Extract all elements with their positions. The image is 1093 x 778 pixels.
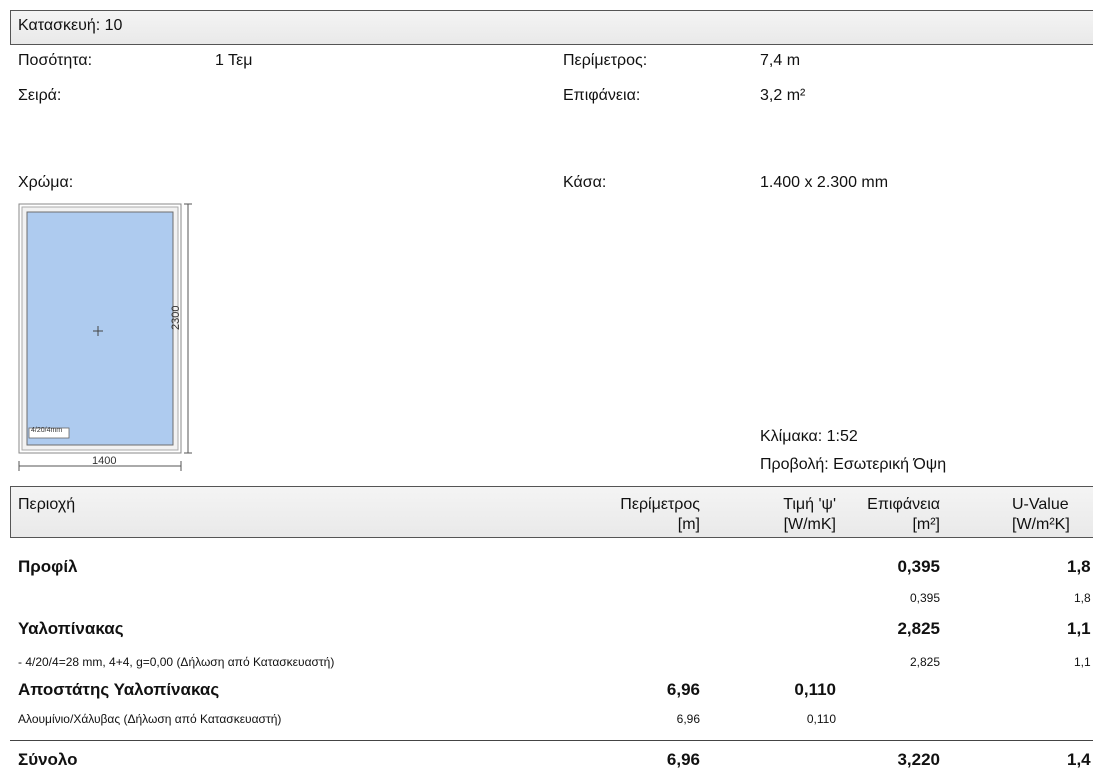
frame-value: 1.400 x 2.300 mm (760, 174, 889, 191)
construction-header (10, 10, 1093, 45)
row-profile-uvalue: 1,8 (1067, 557, 1091, 576)
row-profile-name: Προφίλ (18, 557, 78, 576)
construction-title: Κατασκευή: 10 (18, 17, 123, 34)
col-surface-header: Επιφάνεια (867, 496, 940, 513)
surface-value: 3,2 m² (760, 87, 806, 104)
glass-pane (26, 211, 174, 446)
col-perimeter-header: Περίμετρος (620, 496, 700, 513)
color-label: Χρώμα: (18, 174, 74, 191)
row-spacer-name: Αποστάτης Υαλοπίνακας (18, 680, 220, 699)
row-glass-detail-surface: 2,825 (909, 655, 940, 669)
col-perimeter-unit: [m] (677, 516, 700, 533)
row-glass-detail-uvalue: 1,1 (1074, 655, 1091, 669)
col-psi-header: Τιμή 'ψ' (783, 496, 836, 513)
width-dimension: 1400 (92, 455, 117, 467)
row-spacer-perimeter: 6,96 (666, 680, 700, 699)
perimeter-value: 7,4 m (760, 52, 801, 69)
row-glass-name: Υαλοπίνακας (18, 619, 124, 638)
row-spacer-detail-name: Αλουμίνιο/Χάλυβας (Δήλωση από Κατασκευασ… (18, 712, 282, 726)
surface-label: Επιφάνεια: (563, 87, 641, 104)
total-perimeter: 6,96 (666, 750, 700, 769)
row-glass-surface: 2,825 (897, 619, 940, 638)
row-profile-detail-surface: 0,395 (909, 591, 940, 605)
height-dimension: 2300 (170, 305, 182, 330)
row-profile-detail-uvalue: 1,8 (1074, 591, 1091, 605)
row-glass-uvalue: 1,1 (1067, 619, 1091, 638)
col-uvalue-header: U-Value (1012, 496, 1069, 513)
col-uvalue-unit: [W/m²K] (1012, 516, 1070, 533)
total-uvalue: 1,4 (1067, 750, 1091, 769)
col-psi-unit: [W/mK] (783, 516, 836, 533)
series-label: Σειρά: (18, 87, 62, 104)
glass-tag: 4/20/4mm (31, 427, 63, 434)
row-spacer-detail-perimeter: 6,96 (676, 712, 700, 726)
total-name: Σύνολο (18, 750, 78, 769)
col-surface-unit: [m²] (912, 516, 940, 533)
frame-label: Κάσα: (563, 174, 607, 191)
row-glass-detail-name: - 4/20/4=28 mm, 4+4, g=0,00 (Δήλωση από … (18, 655, 335, 669)
scale-text: Κλίμακα: 1:52 (760, 428, 858, 445)
total-surface: 3,220 (897, 750, 940, 769)
quantity-label: Ποσότητα: (18, 52, 93, 69)
col-area-header: Περιοχή (18, 496, 76, 513)
row-profile-surface: 0,395 (897, 557, 940, 576)
row-spacer-detail-psi: 0,110 (806, 712, 836, 726)
row-spacer-psi: 0,110 (794, 680, 836, 699)
perimeter-label: Περίμετρος: (563, 52, 648, 69)
quantity-value: 1 Τεμ (215, 52, 253, 69)
total-divider (10, 740, 1093, 741)
view-text: Προβολή: Εσωτερική Όψη (760, 456, 947, 473)
